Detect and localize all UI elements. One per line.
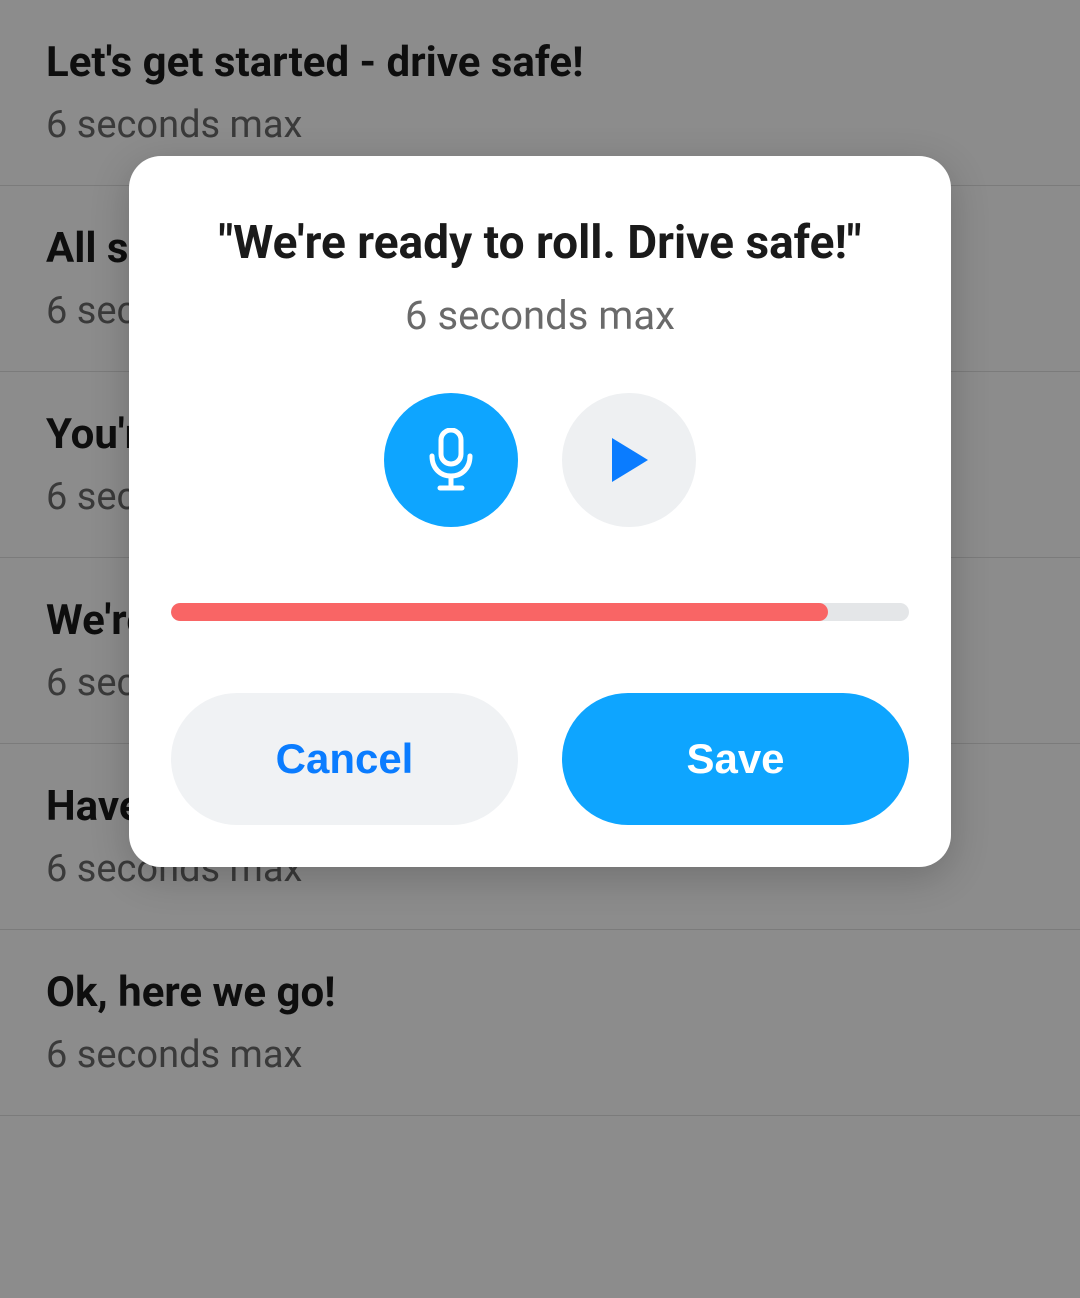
modal-subtitle: 6 seconds max (171, 292, 909, 339)
cancel-button[interactable]: Cancel (171, 693, 518, 825)
play-icon (606, 434, 652, 486)
modal-title: "We're ready to roll. Drive safe!" (171, 216, 909, 270)
modal-controls (171, 393, 909, 527)
progress-bar (171, 603, 909, 621)
record-button[interactable] (384, 393, 518, 527)
microphone-icon (424, 428, 478, 492)
modal-overlay[interactable]: "We're ready to roll. Drive safe!" 6 sec… (0, 0, 1080, 1298)
progress-fill (171, 603, 828, 621)
play-button[interactable] (562, 393, 696, 527)
save-button[interactable]: Save (562, 693, 909, 825)
modal-actions: Cancel Save (171, 693, 909, 825)
record-modal: "We're ready to roll. Drive safe!" 6 sec… (129, 156, 951, 867)
